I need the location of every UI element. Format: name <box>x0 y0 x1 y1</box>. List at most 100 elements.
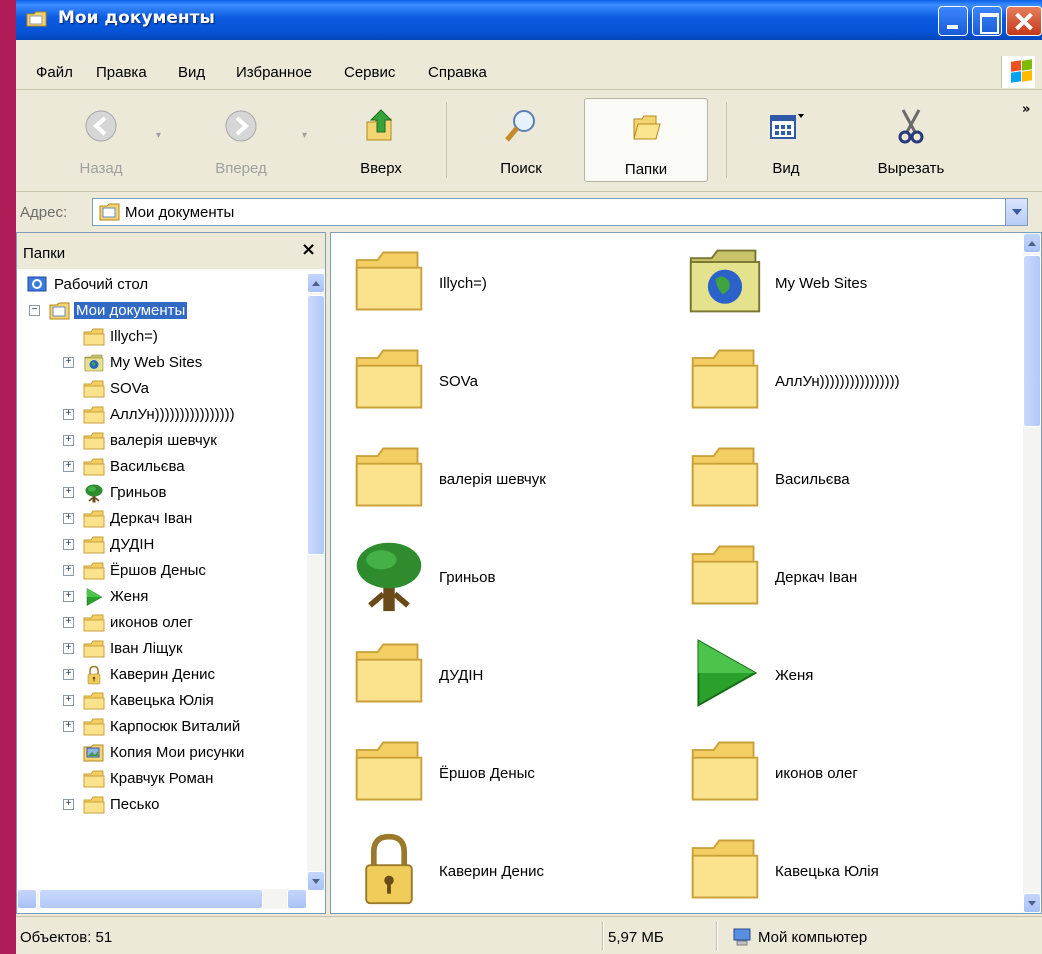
folders-panel-close-button[interactable]: × <box>301 239 316 260</box>
file-item[interactable]: Кавецька Юлія <box>687 829 1007 913</box>
play-icon <box>83 587 105 607</box>
collapse-icon[interactable]: − <box>29 305 40 316</box>
file-item[interactable]: иконов олег <box>687 731 1007 821</box>
menu-favorites[interactable]: Избранное <box>236 64 312 81</box>
folder-icon <box>351 633 427 713</box>
expand-icon[interactable]: + <box>63 617 74 628</box>
view-button[interactable]: Вид <box>746 98 826 182</box>
scroll-down-button[interactable] <box>1023 893 1041 913</box>
scroll-up-button[interactable] <box>307 273 325 293</box>
back-dropdown-icon[interactable]: ▾ <box>156 130 161 141</box>
title-bar[interactable]: Мои документы <box>16 0 1042 40</box>
tree-item[interactable]: + валерія шевчук <box>17 429 307 455</box>
scroll-down-button[interactable] <box>307 871 325 891</box>
file-item[interactable]: Гриньов <box>351 535 671 625</box>
toolbar-separator <box>446 102 447 178</box>
file-item-label: Гриньов <box>439 569 496 586</box>
menu-edit[interactable]: Правка <box>96 64 147 81</box>
my-documents-icon <box>99 203 120 221</box>
file-item[interactable]: SOVa <box>351 339 671 429</box>
close-button[interactable] <box>1006 6 1042 36</box>
tree-item[interactable]: + АллУн)))))))))))))))) <box>17 403 307 429</box>
content-vertical-scrollbar[interactable] <box>1023 233 1041 913</box>
tree-item[interactable]: + Деркач Іван <box>17 507 307 533</box>
file-item[interactable]: My Web Sites <box>687 241 1007 331</box>
file-item[interactable]: АллУн)))))))))))))))) <box>687 339 1007 429</box>
tree-item[interactable]: + Васильєва <box>17 455 307 481</box>
scroll-right-button[interactable] <box>287 889 307 909</box>
back-button[interactable]: Назад <box>56 98 146 182</box>
expand-icon[interactable]: + <box>63 799 74 810</box>
tree-item[interactable]: + Песько <box>17 793 307 819</box>
scroll-thumb[interactable] <box>39 889 263 909</box>
expand-icon[interactable]: + <box>63 643 74 654</box>
forward-label: Вперед <box>215 160 267 177</box>
expand-icon[interactable]: + <box>63 539 74 550</box>
expand-icon[interactable]: + <box>63 435 74 446</box>
expand-icon[interactable]: + <box>63 513 74 524</box>
file-item[interactable]: валерія шевчук <box>351 437 671 527</box>
minimize-button[interactable] <box>938 6 968 36</box>
menu-help[interactable]: Справка <box>428 64 487 81</box>
up-button[interactable]: Вверх <box>341 98 421 182</box>
tree-item[interactable]: − Мои документы <box>17 299 307 325</box>
address-dropdown-button[interactable] <box>1005 199 1027 225</box>
tree-item[interactable]: Кравчук Роман <box>17 767 307 793</box>
expand-icon[interactable]: + <box>63 487 74 498</box>
maximize-button[interactable] <box>972 6 1002 36</box>
tree-vertical-scrollbar[interactable] <box>307 273 325 891</box>
folders-button[interactable]: Папки <box>584 98 708 182</box>
expand-icon[interactable]: + <box>63 695 74 706</box>
forward-button[interactable]: Вперед <box>196 98 286 182</box>
menu-view[interactable]: Вид <box>178 64 205 81</box>
folder-icon <box>351 731 427 811</box>
tree-item-label: Іван Ліщук <box>110 640 183 657</box>
folders-label: Папки <box>624 161 668 178</box>
tree-item[interactable]: + иконов олег <box>17 611 307 637</box>
scroll-up-button[interactable] <box>1023 233 1041 253</box>
menu-tools[interactable]: Сервис <box>344 64 395 81</box>
tree-horizontal-scrollbar[interactable] <box>17 889 307 909</box>
expand-icon[interactable]: + <box>63 461 74 472</box>
file-item[interactable]: Illych=) <box>351 241 671 331</box>
tree-item[interactable]: + Гриньов <box>17 481 307 507</box>
file-item-label: иконов олег <box>775 765 858 782</box>
tree-item[interactable]: + Ёршов Деныс <box>17 559 307 585</box>
file-item[interactable]: Деркач Іван <box>687 535 1007 625</box>
folder-icon <box>83 509 105 529</box>
scroll-left-button[interactable] <box>17 889 37 909</box>
file-item[interactable]: Ёршов Деныс <box>351 731 671 821</box>
expand-icon[interactable]: + <box>63 721 74 732</box>
tree-item[interactable]: Рабочий стол <box>17 273 307 299</box>
file-item[interactable]: ДУДІН <box>351 633 671 723</box>
tree-item[interactable]: Illych=) <box>17 325 307 351</box>
file-item[interactable]: Женя <box>687 633 1007 723</box>
tree-item[interactable]: + ДУДІН <box>17 533 307 559</box>
tree-item[interactable]: SOVa <box>17 377 307 403</box>
tree-item[interactable]: Копия Мои рисунки <box>17 741 307 767</box>
tree-item[interactable]: + Карпосюк Виталий <box>17 715 307 741</box>
expand-icon[interactable]: + <box>63 669 74 680</box>
menu-file[interactable]: Файл <box>36 64 73 81</box>
tree-item[interactable]: + Кавецька Юлія <box>17 689 307 715</box>
expand-icon[interactable]: + <box>63 357 74 368</box>
scroll-thumb[interactable] <box>307 295 325 555</box>
scroll-thumb[interactable] <box>1023 255 1041 427</box>
toolbar-overflow-button[interactable]: » <box>1022 102 1030 117</box>
expand-icon[interactable]: + <box>63 565 74 576</box>
tree-item[interactable]: + Женя <box>17 585 307 611</box>
file-item[interactable]: Каверин Денис <box>351 829 671 913</box>
cut-button[interactable]: Вырезать <box>856 98 966 182</box>
expand-icon[interactable]: + <box>63 591 74 602</box>
tree-item[interactable]: + Іван Ліщук <box>17 637 307 663</box>
tree-item-label: Кравчук Роман <box>110 770 214 787</box>
tree-item[interactable]: + Каверин Денис <box>17 663 307 689</box>
file-item[interactable]: Васильєва <box>687 437 1007 527</box>
tree-item[interactable]: + My Web Sites <box>17 351 307 377</box>
expand-icon[interactable]: + <box>63 409 74 420</box>
address-input[interactable]: Мои документы <box>92 198 1028 226</box>
file-item-label: Женя <box>775 667 814 684</box>
forward-dropdown-icon[interactable]: ▾ <box>302 130 307 141</box>
search-button[interactable]: Поиск <box>476 98 566 182</box>
tree-item-label: Ёршов Деныс <box>110 562 206 579</box>
